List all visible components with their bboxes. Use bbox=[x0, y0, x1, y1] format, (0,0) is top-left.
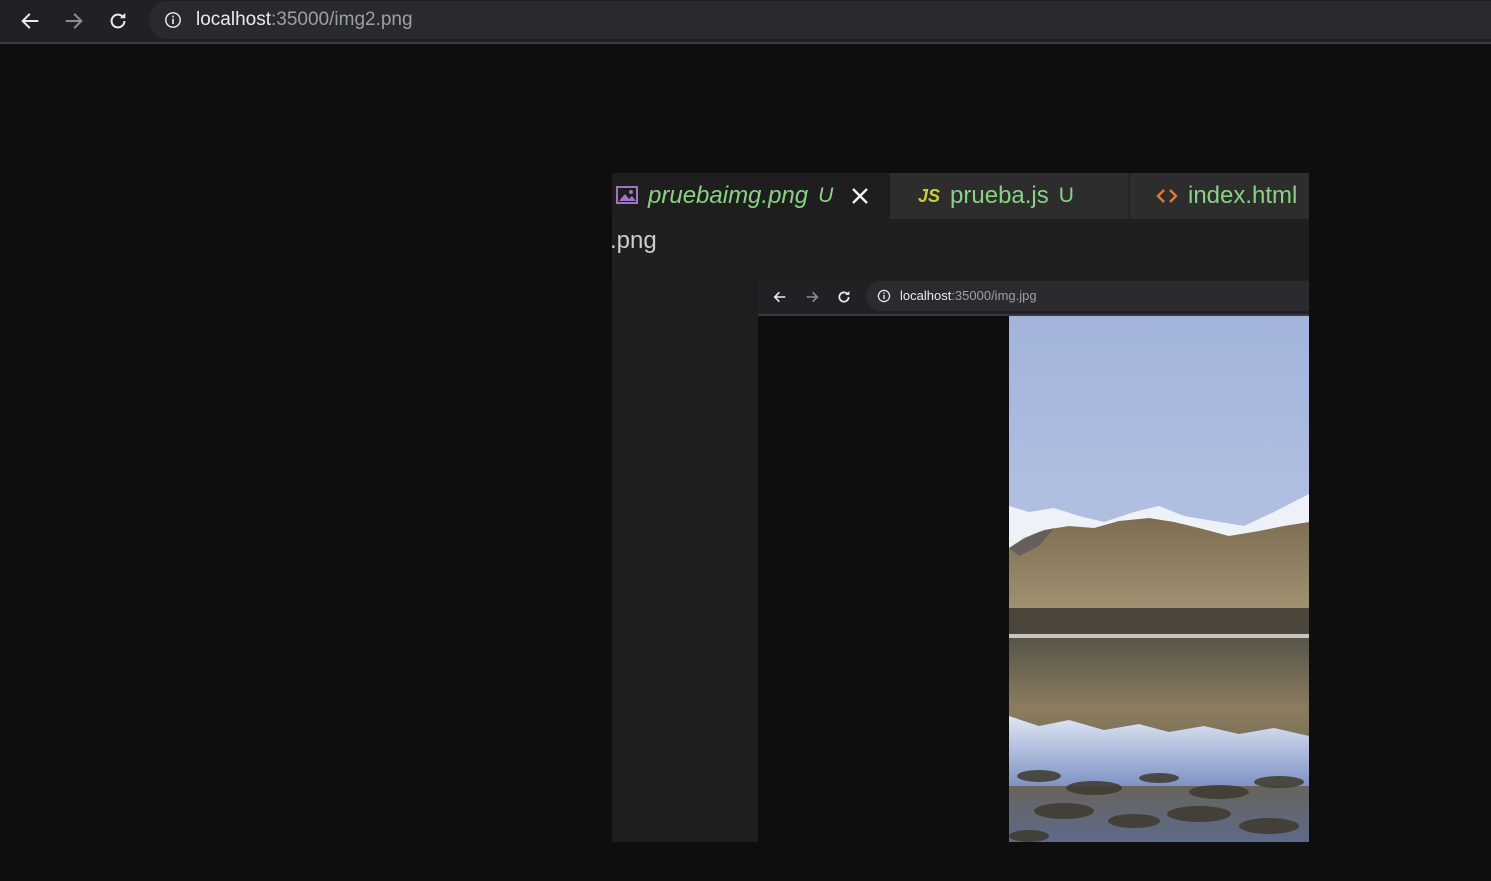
arrow-left-icon bbox=[773, 291, 786, 303]
inner-reload-button bbox=[834, 287, 854, 307]
js-file-icon: JS bbox=[918, 185, 941, 206]
forward-button[interactable] bbox=[60, 7, 88, 35]
inner-address-url: localhost:35000/img.jpg bbox=[900, 288, 1037, 304]
inner-address-bar: localhost:35000/img.jpg bbox=[866, 281, 1309, 311]
address-bar[interactable]: localhost:35000/img2.png bbox=[149, 1, 1491, 39]
displayed-image: pruebaimg.png U JS prueba.js U index.htm… bbox=[612, 173, 1309, 842]
browser-toolbar: localhost:35000/img2.png bbox=[0, 0, 1491, 44]
info-icon bbox=[877, 289, 891, 303]
url-path: :35000/img2.png bbox=[271, 9, 413, 30]
arrow-left-icon bbox=[21, 13, 39, 29]
reload-button[interactable] bbox=[104, 7, 132, 35]
inner-browser-toolbar: localhost:35000/img.jpg bbox=[758, 280, 1309, 316]
tab-label: pruebaimg.png bbox=[648, 182, 809, 209]
tab-index-html[interactable]: index.html bbox=[1130, 173, 1309, 219]
tab-label: index.html bbox=[1188, 182, 1298, 209]
mountain-lake-photo bbox=[1009, 316, 1309, 842]
back-button[interactable] bbox=[16, 7, 44, 35]
tab-label: prueba.js bbox=[950, 182, 1049, 209]
tab-prueba-js[interactable]: JS prueba.js U bbox=[890, 173, 1128, 219]
arrow-right-icon bbox=[806, 291, 819, 303]
inner-back-button bbox=[770, 287, 790, 307]
untracked-badge: U bbox=[1058, 184, 1074, 207]
reload-icon bbox=[110, 12, 126, 29]
inner-url-path: :35000/img.jpg bbox=[951, 288, 1037, 303]
breadcrumb: .png bbox=[612, 227, 657, 254]
arrow-right-icon bbox=[65, 13, 83, 29]
inner-browser-page bbox=[758, 316, 1309, 842]
info-icon[interactable] bbox=[164, 11, 182, 29]
url-host: localhost bbox=[196, 9, 271, 30]
untracked-badge: U bbox=[818, 184, 834, 207]
editor-gutter bbox=[612, 280, 758, 842]
editor-tab-bar: pruebaimg.png U JS prueba.js U index.htm… bbox=[612, 173, 1309, 219]
reload-icon bbox=[838, 291, 850, 303]
image-file-icon bbox=[616, 186, 638, 206]
inner-url-host: localhost bbox=[900, 288, 952, 303]
address-url[interactable]: localhost:35000/img2.png bbox=[196, 10, 413, 30]
close-tab-icon[interactable] bbox=[849, 185, 871, 207]
inner-forward-button bbox=[802, 287, 822, 307]
html-file-icon bbox=[1156, 187, 1178, 205]
tab-pruebaimg[interactable]: pruebaimg.png U bbox=[612, 173, 893, 219]
